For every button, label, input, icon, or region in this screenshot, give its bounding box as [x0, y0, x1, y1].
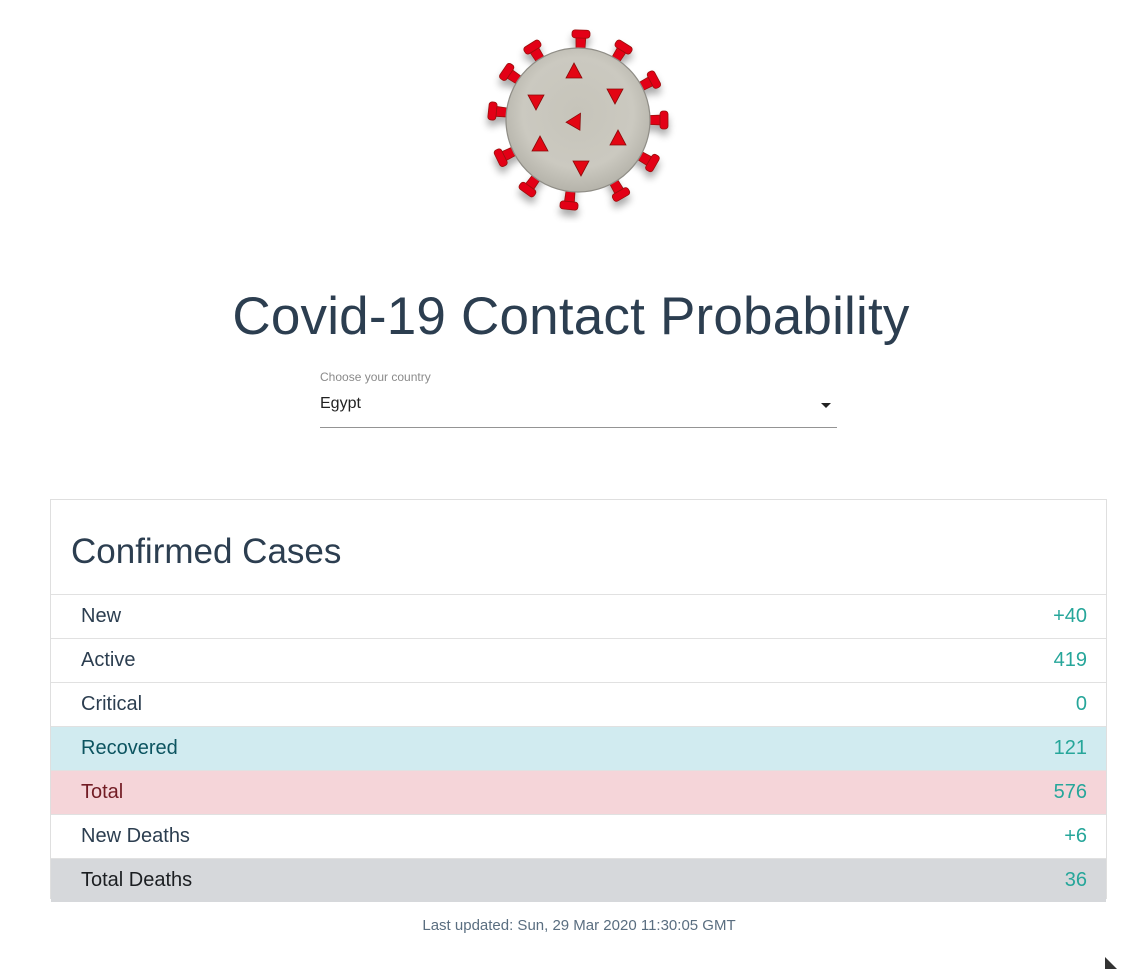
stat-label: New Deaths [81, 825, 190, 847]
resize-handle-icon[interactable] [1105, 957, 1117, 969]
stat-row-new-deaths: New Deaths +6 [51, 814, 1106, 858]
stats-list: New +40 Active 419 Critical 0 Recovered … [51, 594, 1106, 902]
virus-icon [487, 29, 669, 211]
stat-row-total: Total 576 [51, 770, 1106, 814]
stat-value: 576 [1053, 781, 1087, 803]
stat-label: New [81, 605, 122, 627]
stat-label: Active [81, 649, 136, 671]
stat-value: 0 [1075, 693, 1087, 715]
card-title: Confirmed Cases [71, 532, 342, 571]
stat-row-active: Active 419 [51, 638, 1106, 682]
stat-value: 419 [1053, 649, 1087, 671]
stat-value: +40 [1053, 605, 1087, 627]
stat-label: Total [81, 781, 124, 803]
stat-row-total-deaths: Total Deaths 36 [51, 858, 1106, 902]
select-underline [320, 427, 837, 428]
stat-row-critical: Critical 0 [51, 682, 1106, 726]
page-title: Covid-19 Contact Probability [232, 287, 910, 346]
country-select-label: Choose your country [320, 370, 431, 384]
stat-row-recovered: Recovered 121 [51, 726, 1106, 770]
stat-label: Critical [81, 693, 143, 715]
stat-value: 121 [1053, 737, 1087, 759]
confirmed-cases-card: Confirmed Cases New +40 Active 419 Criti… [50, 499, 1107, 902]
last-updated: Last updated: Sun, 29 Mar 2020 11:30:05 … [422, 917, 736, 934]
stat-value: +6 [1064, 825, 1087, 847]
stat-value: 36 [1064, 869, 1087, 891]
chevron-down-icon[interactable] [821, 403, 831, 408]
stat-label: Total Deaths [81, 869, 193, 891]
country-select[interactable]: Choose your country Egypt [320, 368, 837, 428]
country-select-value: Egypt [320, 395, 361, 412]
stat-label: Recovered [81, 737, 178, 759]
stat-row-new: New +40 [51, 594, 1106, 638]
